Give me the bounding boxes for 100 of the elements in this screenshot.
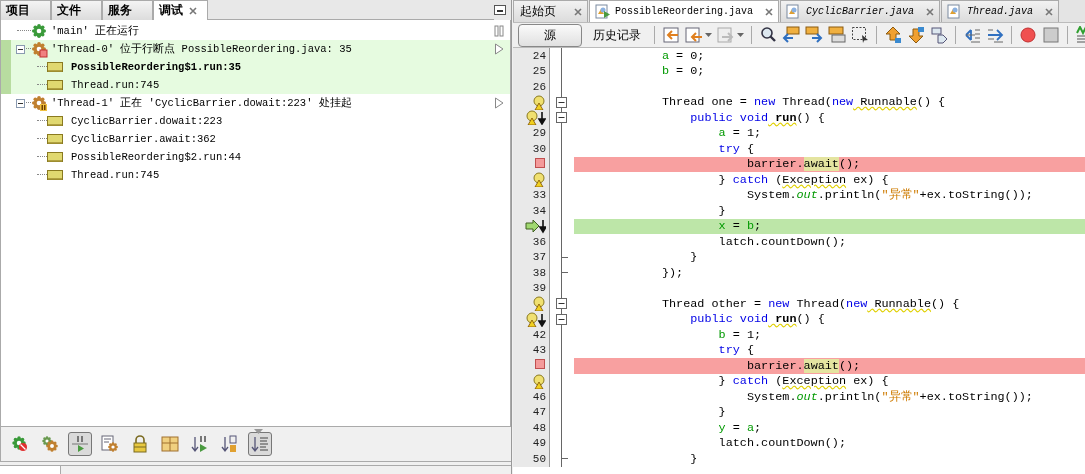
- close-icon[interactable]: [926, 7, 935, 16]
- gear-pause-icon: [31, 94, 48, 112]
- collapse-arrow-icon[interactable]: [254, 429, 263, 434]
- code-line: System.out.println("异常"+ex.toString());: [745, 187, 1033, 204]
- code-line: }: [689, 250, 698, 265]
- code-line: }: [717, 203, 726, 218]
- collapse-icon[interactable]: [556, 112, 567, 124]
- previous-edit-icon[interactable]: [685, 26, 703, 44]
- thread-label[interactable]: 'Thread-1' 正在 'CyclicBarrier.dowait:223' 处挂起: [51, 96, 352, 110]
- code-line: } catch (Exception ex) {: [717, 374, 889, 389]
- close-icon[interactable]: [574, 7, 582, 16]
- panel-tab[interactable]: 调试: [153, 0, 208, 20]
- code-line: System.out.println("异常"+ex.toString());: [745, 388, 1033, 405]
- gear-breakpoint-icon: [31, 40, 48, 58]
- code-line: try {: [717, 141, 754, 156]
- code-line: Thread one = new Thread(new Runnable() {: [660, 95, 946, 110]
- stack-frame-icon: [47, 169, 63, 181]
- stack-frame-icon: [47, 133, 63, 145]
- minimize-icon[interactable]: [494, 5, 506, 15]
- stack-frame-icon: [47, 115, 63, 127]
- close-icon[interactable]: [765, 7, 774, 16]
- line-number: 30: [532, 142, 546, 155]
- line-number: 48: [532, 421, 546, 434]
- line-number: 36: [532, 235, 546, 248]
- editor-tab[interactable]: Thread.java: [941, 0, 1060, 22]
- collapse-icon[interactable]: [16, 45, 25, 54]
- stack-frame-label[interactable]: CyclicBarrier.dowait:223: [71, 115, 223, 127]
- line-number: 46: [532, 390, 546, 403]
- code-line: }: [689, 451, 698, 466]
- mode-toggle[interactable]: 源: [518, 23, 582, 47]
- code-line: Thread other = new Thread(new Runnable() {: [660, 296, 960, 311]
- line-number: 43: [532, 344, 546, 357]
- collapse-icon[interactable]: [16, 99, 25, 108]
- shift-up-icon[interactable]: [884, 26, 902, 44]
- close-icon[interactable]: [1045, 7, 1054, 16]
- collapse-icon[interactable]: [556, 298, 567, 310]
- line-number: 25: [532, 65, 546, 78]
- search-icon[interactable]: [759, 26, 777, 44]
- shift-left-icon[interactable]: [963, 26, 981, 44]
- stop-icon[interactable]: [1042, 26, 1060, 44]
- code-line: latch.countDown();: [717, 234, 846, 249]
- dropdown-arrow-icon[interactable]: [705, 33, 712, 37]
- shift-down-icon[interactable]: [907, 26, 925, 44]
- record-icon[interactable]: [1019, 26, 1037, 44]
- close-icon[interactable]: [189, 6, 197, 15]
- collapse-icon[interactable]: [556, 313, 567, 325]
- code-line: b = 0;: [660, 64, 705, 79]
- editor-tab[interactable]: 起始页: [513, 0, 588, 22]
- toggle-bookmark-icon[interactable]: [930, 26, 948, 44]
- toggle-highlight-icon[interactable]: [828, 26, 846, 44]
- code-line: barrier.await();: [745, 358, 861, 373]
- pause-play-button[interactable]: [68, 432, 92, 456]
- code-line: x = b;: [717, 219, 762, 234]
- line-number: 38: [532, 266, 546, 279]
- selection-bar: [1, 40, 11, 58]
- editor-tab[interactable]: CyclicBarrier.java: [780, 0, 941, 22]
- editor-tab[interactable]: PossibleReordering.java: [589, 0, 780, 22]
- code-line: try {: [717, 343, 754, 358]
- line-number: 33: [532, 189, 546, 202]
- code-line: a = 1;: [717, 126, 762, 141]
- stack-frame-icon: [47, 151, 63, 163]
- back-icon[interactable]: [662, 26, 680, 44]
- stack-frame-icon: [47, 79, 63, 91]
- thread-label[interactable]: 'main' 正在运行: [51, 24, 140, 38]
- line-number: 47: [532, 406, 546, 419]
- java-file-run-icon: [595, 4, 611, 19]
- play-icon[interactable]: [494, 97, 504, 109]
- line-number: 26: [532, 80, 546, 93]
- line-number: 39: [532, 282, 546, 295]
- selection-bar: [1, 76, 11, 94]
- panel-tab[interactable]: 项目: [0, 0, 51, 20]
- code-line: barrier.await();: [745, 157, 861, 172]
- code-line: y = a;: [717, 420, 762, 435]
- code-line: public void run() {: [689, 110, 825, 125]
- sort-list-button[interactable]: [248, 432, 272, 456]
- code-line: });: [660, 265, 684, 280]
- line-number: 37: [532, 251, 546, 264]
- stack-frame-label[interactable]: CyclicBarrier.await:362: [71, 133, 216, 145]
- shift-right-icon[interactable]: [986, 26, 1004, 44]
- code-line: public void run() {: [689, 312, 825, 327]
- panel-tab[interactable]: 文件: [51, 0, 102, 20]
- play-icon[interactable]: [494, 43, 504, 55]
- code-line: b = 1;: [717, 327, 762, 342]
- code-line: a = 0;: [660, 48, 705, 63]
- find-previous-icon[interactable]: [782, 26, 800, 44]
- pause-icon[interactable]: [494, 25, 504, 37]
- code-line: latch.countDown();: [717, 436, 846, 451]
- collapse-icon[interactable]: [556, 96, 567, 108]
- selection-icon[interactable]: [851, 26, 869, 44]
- find-next-icon[interactable]: [805, 26, 823, 44]
- line-number: 49: [532, 437, 546, 450]
- mode-toggle[interactable]: 历史记录: [587, 24, 647, 46]
- stack-frame-icon: [47, 61, 63, 73]
- panel-tab[interactable]: 服务: [102, 0, 153, 20]
- dropdown-arrow-icon[interactable]: [737, 33, 744, 37]
- stack-frame-label[interactable]: Thread.run:745: [71, 169, 160, 181]
- line-number: 42: [532, 328, 546, 341]
- code-line: }: [717, 405, 726, 420]
- stack-frame-label[interactable]: Thread.run:745: [71, 79, 160, 91]
- stack-frame-label[interactable]: PossibleReordering$2.run:44: [71, 151, 242, 163]
